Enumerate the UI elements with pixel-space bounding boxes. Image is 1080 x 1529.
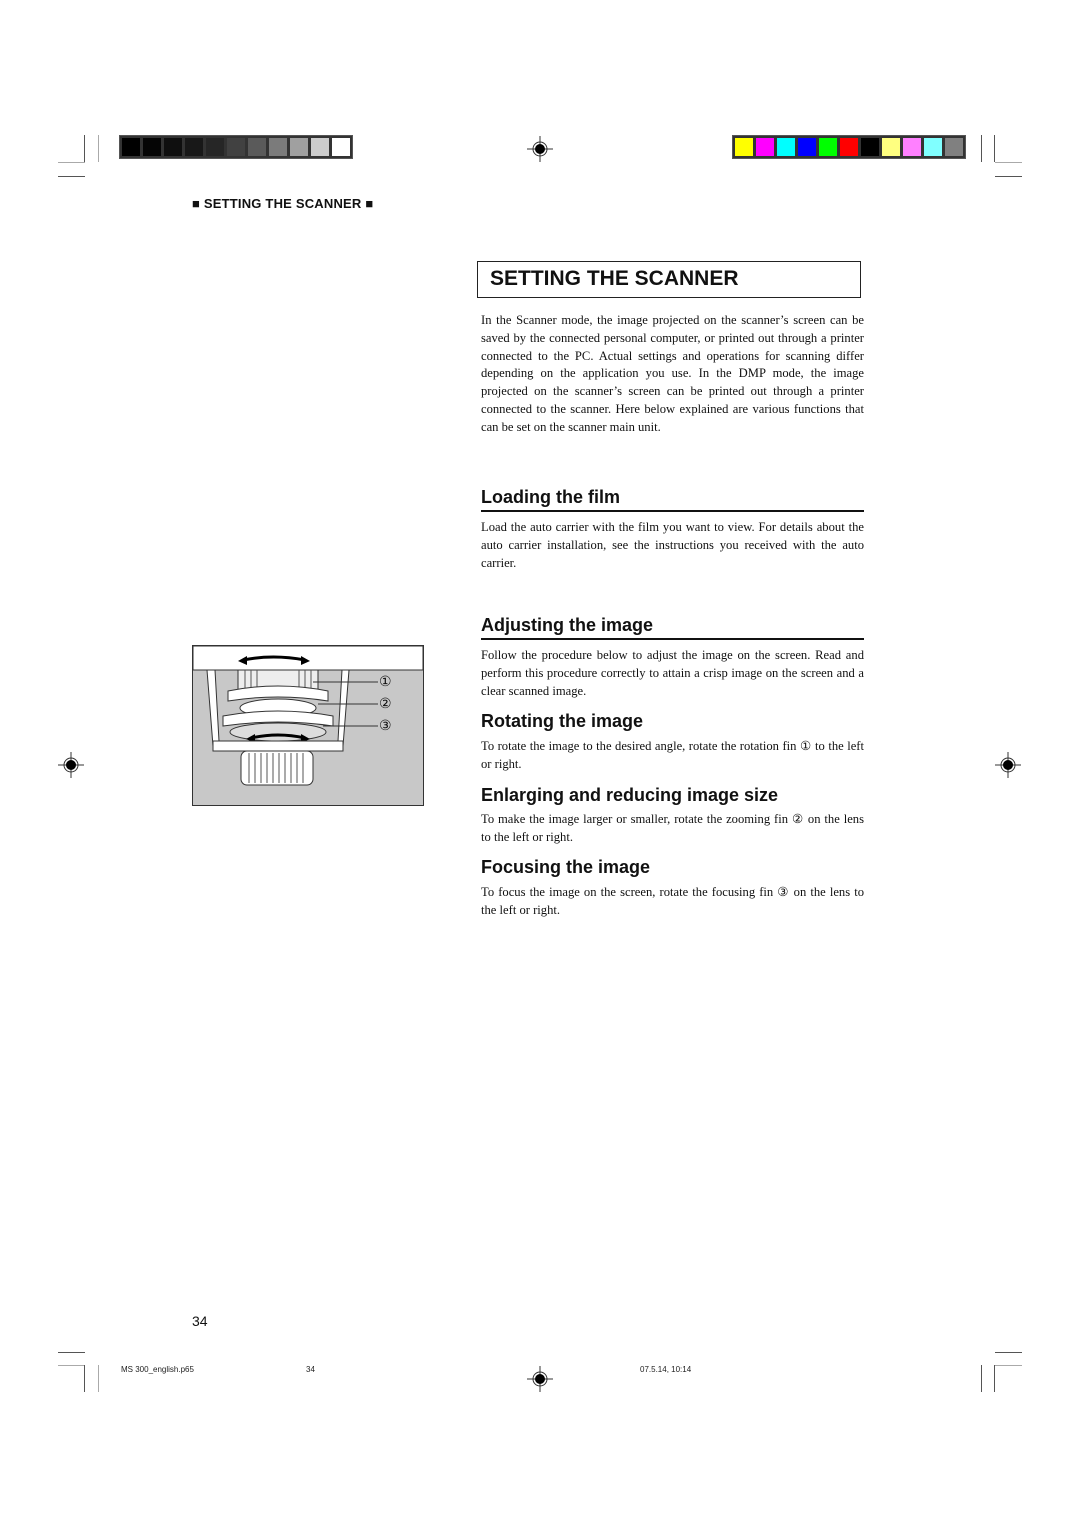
gray-swatch	[268, 137, 288, 157]
crop-mark	[995, 162, 1022, 163]
callout-focusing-fin: ③	[379, 719, 392, 734]
section-heading-loading: Loading the film	[481, 486, 864, 512]
gray-swatch	[121, 137, 141, 157]
intro-paragraph: In the Scanner mode, the image projected…	[481, 313, 864, 434]
color-swatch	[860, 137, 880, 157]
running-head-label: SETTING THE SCANNER	[203, 196, 362, 211]
callout-rotation-fin: ①	[379, 675, 392, 690]
grayscale-bar	[119, 135, 353, 159]
gray-swatch	[163, 137, 183, 157]
crop-mark	[981, 1365, 982, 1392]
section-heading-rotating: Rotating the image	[481, 711, 644, 731]
crop-mark	[84, 135, 85, 162]
page-number: 34	[192, 1313, 208, 1329]
callout-zooming-fin: ②	[379, 697, 392, 712]
section-heading-enlarging: Enlarging and reducing image size	[481, 785, 779, 805]
section-heading-adjusting: Adjusting the image	[481, 614, 864, 640]
section-text-loading: Load the auto carrier with the film you …	[481, 520, 864, 570]
crop-mark	[58, 162, 85, 163]
color-bar	[732, 135, 966, 159]
gray-swatch	[331, 137, 351, 157]
crop-mark	[58, 176, 85, 177]
crop-mark	[995, 1365, 1022, 1366]
crop-mark	[994, 135, 995, 162]
section-heading-focusing: Focusing the image	[481, 857, 651, 877]
square-bullet-icon: ■	[365, 196, 374, 211]
section-text-focusing: To focus the image on the screen, rotate…	[481, 885, 864, 917]
lens-illustration: ① ② ③	[192, 645, 424, 806]
gray-swatch	[142, 137, 162, 157]
color-swatch	[776, 137, 796, 157]
color-swatch	[797, 137, 817, 157]
gray-swatch	[226, 137, 246, 157]
footer-filename: MS 300_english.p65	[121, 1365, 194, 1374]
crop-mark	[98, 1365, 99, 1392]
color-swatch	[944, 137, 964, 157]
color-swatch	[818, 137, 838, 157]
gray-swatch	[247, 137, 267, 157]
registration-mark-icon	[527, 1366, 553, 1392]
crop-mark	[58, 1352, 85, 1353]
color-swatch	[755, 137, 775, 157]
color-swatch	[881, 137, 901, 157]
color-swatch	[839, 137, 859, 157]
registration-mark-icon	[58, 752, 84, 778]
color-swatch	[902, 137, 922, 157]
page-title: SETTING THE SCANNER	[490, 267, 739, 290]
footer-timestamp: 07.5.14, 10:14	[640, 1365, 692, 1374]
crop-mark	[98, 135, 99, 162]
gray-swatch	[184, 137, 204, 157]
section-text-rotating: To rotate the image to the desired angle…	[481, 739, 864, 771]
crop-mark	[58, 1365, 85, 1366]
running-head: ■ SETTING THE SCANNER ■	[192, 196, 373, 211]
crop-mark	[981, 135, 982, 162]
color-swatch	[923, 137, 943, 157]
crop-mark	[84, 1365, 85, 1392]
page-title-box: SETTING THE SCANNER	[477, 261, 861, 298]
crop-mark	[994, 1365, 995, 1392]
section-text-adjusting: Follow the procedure below to adjust the…	[481, 648, 864, 698]
square-bullet-icon: ■	[192, 196, 201, 211]
registration-mark-icon	[527, 136, 553, 162]
crop-mark	[995, 176, 1022, 177]
registration-mark-icon	[995, 752, 1021, 778]
gray-swatch	[310, 137, 330, 157]
gray-swatch	[289, 137, 309, 157]
color-swatch	[734, 137, 754, 157]
crop-mark	[995, 1352, 1022, 1353]
section-text-enlarging: To make the image larger or smaller, rot…	[481, 812, 864, 844]
gray-swatch	[205, 137, 225, 157]
footer-page: 34	[306, 1365, 315, 1374]
